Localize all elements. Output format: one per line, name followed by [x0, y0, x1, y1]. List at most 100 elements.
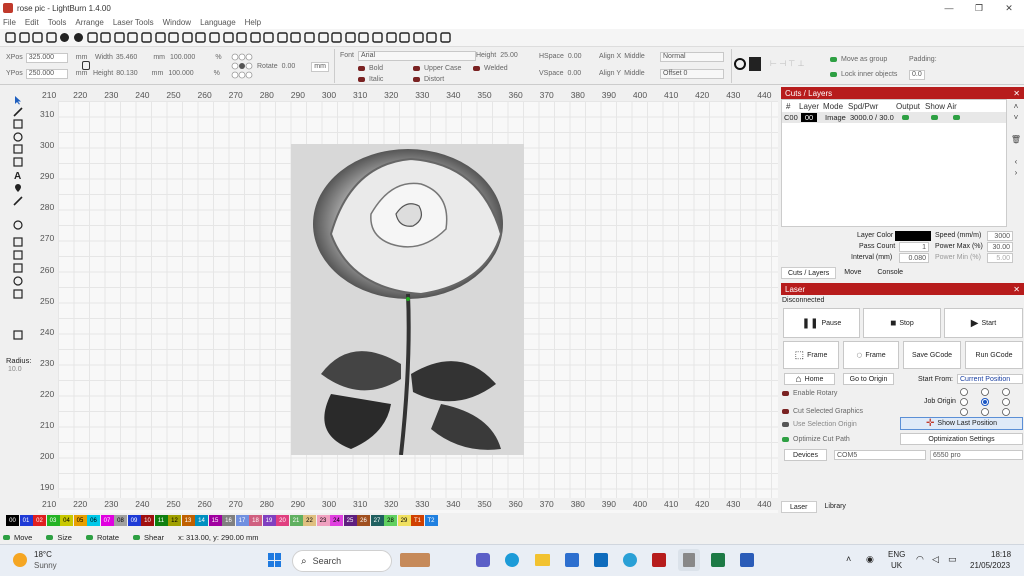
- text-icon[interactable]: A: [12, 169, 24, 180]
- polygon-icon[interactable]: [12, 143, 24, 154]
- ellipse-icon[interactable]: [12, 131, 24, 142]
- home-button[interactable]: ⌂ Home: [784, 373, 835, 385]
- show-toggle[interactable]: [931, 115, 938, 120]
- devices-button[interactable]: Devices: [784, 449, 827, 461]
- center-icon[interactable]: [426, 32, 438, 43]
- menu-help[interactable]: Help: [245, 18, 261, 27]
- palette-swatch-05[interactable]: 05: [73, 515, 87, 526]
- group-icon[interactable]: [345, 32, 356, 43]
- bold-toggle[interactable]: Bold: [369, 65, 383, 72]
- tab-library[interactable]: Library: [817, 501, 854, 513]
- offset-input[interactable]: Offset 0: [660, 68, 724, 79]
- close-button[interactable]: ✕: [994, 0, 1024, 16]
- pass-count-input[interactable]: 1: [899, 242, 929, 252]
- teams-icon[interactable]: [476, 553, 490, 567]
- ungroup-icon[interactable]: [358, 32, 370, 43]
- store-icon[interactable]: [565, 553, 579, 567]
- layer-color-swatch[interactable]: [895, 231, 931, 241]
- start-button[interactable]: ▶ Start: [944, 308, 1023, 338]
- rotate-icon[interactable]: [12, 288, 24, 299]
- zoom-out-icon[interactable]: [182, 32, 193, 43]
- size-toggle[interactable]: Size: [57, 533, 72, 542]
- lock-inner-toggle[interactable]: Lock inner objects: [841, 71, 897, 78]
- palette-swatch-03[interactable]: 03: [46, 515, 60, 526]
- hspace-value[interactable]: 0.00: [568, 53, 582, 60]
- weld-icon[interactable]: [413, 32, 424, 43]
- cut-icon[interactable]: [114, 32, 125, 43]
- menu-arrange[interactable]: Arrange: [75, 18, 103, 27]
- start-icon[interactable]: [268, 553, 282, 567]
- port-select[interactable]: COM5: [834, 450, 926, 460]
- close-icon[interactable]: ✕: [1013, 285, 1020, 294]
- palette-swatch-16[interactable]: 16: [222, 515, 235, 526]
- circle-icon[interactable]: [372, 32, 383, 43]
- wifi-icon[interactable]: ◠: [916, 554, 924, 565]
- camera-icon[interactable]: [236, 32, 247, 43]
- select-icon[interactable]: [12, 94, 24, 105]
- corner-icon[interactable]: [12, 329, 24, 340]
- height-value[interactable]: 80.130: [116, 70, 137, 77]
- move-icon[interactable]: [154, 32, 166, 43]
- tab-cuts-layers[interactable]: Cuts / Layers: [781, 267, 837, 279]
- volume-icon[interactable]: ◁: [932, 554, 939, 565]
- alignx-select[interactable]: Middle: [624, 53, 645, 60]
- palette-swatch-25[interactable]: 25: [343, 515, 357, 526]
- distribute-icon[interactable]: [399, 32, 410, 43]
- cross-icon[interactable]: [440, 32, 451, 43]
- italic-toggle[interactable]: Italic: [369, 76, 383, 83]
- layer-order-buttons[interactable]: ˄ ˅ 🗑 ‹ ›: [1010, 101, 1022, 227]
- boolean-icon[interactable]: [12, 236, 24, 247]
- circular-array-icon[interactable]: [12, 275, 24, 286]
- welded-toggle[interactable]: Welded: [484, 65, 508, 72]
- power-max-input[interactable]: 30.00: [987, 242, 1013, 252]
- grid-array-icon[interactable]: [12, 262, 24, 273]
- lang-line2[interactable]: UK: [891, 561, 902, 570]
- new-icon[interactable]: [5, 32, 16, 43]
- text-style-select[interactable]: Normal: [660, 51, 724, 62]
- position-icon[interactable]: [12, 182, 24, 193]
- lightburn-active-icon[interactable]: [683, 553, 695, 567]
- chevron-up-icon[interactable]: ˄: [846, 554, 851, 564]
- palette-swatch-20[interactable]: 20: [276, 515, 289, 526]
- menu-file[interactable]: File: [3, 18, 16, 27]
- palette-swatch-10[interactable]: 10: [141, 515, 154, 526]
- menu-window[interactable]: Window: [163, 18, 191, 27]
- vspace-value[interactable]: 0.00: [568, 70, 582, 77]
- palette-swatch-26[interactable]: 26: [357, 515, 370, 526]
- battery-icon[interactable]: ▭: [948, 554, 957, 565]
- palette-swatch-27[interactable]: 27: [370, 515, 384, 526]
- open-icon[interactable]: [18, 32, 30, 43]
- job-origin-grid[interactable]: [958, 388, 1024, 416]
- palette-swatch-07[interactable]: 07: [100, 515, 114, 526]
- polyline-icon[interactable]: [12, 156, 24, 167]
- palette-swatch-12[interactable]: 12: [168, 515, 181, 526]
- menu-language[interactable]: Language: [200, 18, 236, 27]
- move-as-group-toggle[interactable]: Move as group: [841, 56, 887, 63]
- output-toggle[interactable]: [902, 115, 909, 120]
- menu-laser-tools[interactable]: Laser Tools: [113, 18, 154, 27]
- palette-swatch-09[interactable]: 09: [127, 515, 141, 526]
- move-toggle[interactable]: Move: [14, 533, 32, 542]
- menu-edit[interactable]: Edit: [25, 18, 39, 27]
- power-min-input[interactable]: 5.00: [987, 253, 1013, 263]
- radius-input[interactable]: 10.0: [8, 366, 22, 373]
- center-icon[interactable]: [749, 57, 761, 71]
- tab-laser[interactable]: Laser: [781, 501, 817, 513]
- rotate-unit-button[interactable]: mm: [311, 61, 330, 72]
- palette-swatch-14[interactable]: 14: [195, 515, 208, 526]
- layer-row[interactable]: C00 00 Image 3000.0 / 30.0: [782, 112, 1006, 123]
- palette-swatch-00[interactable]: 00: [6, 515, 19, 526]
- palette-swatch-11[interactable]: 11: [154, 515, 168, 526]
- minimize-button[interactable]: —: [934, 0, 964, 16]
- file-explorer-icon[interactable]: [535, 554, 550, 566]
- text-height-value[interactable]: 25.00: [500, 52, 518, 59]
- zoom-page-icon[interactable]: [209, 32, 220, 43]
- palette-swatch-28[interactable]: 28: [384, 515, 397, 526]
- palette-swatch-24[interactable]: 24: [330, 515, 343, 526]
- show-last-position-button[interactable]: ✛ Show Last Position: [900, 417, 1023, 430]
- ypos-input[interactable]: 250.000: [25, 68, 68, 79]
- palette-swatch-22[interactable]: 22: [303, 515, 316, 526]
- xpos-input[interactable]: 325.000: [25, 52, 68, 63]
- lang-line1[interactable]: ENG: [888, 550, 905, 559]
- undo-icon[interactable]: [73, 32, 84, 43]
